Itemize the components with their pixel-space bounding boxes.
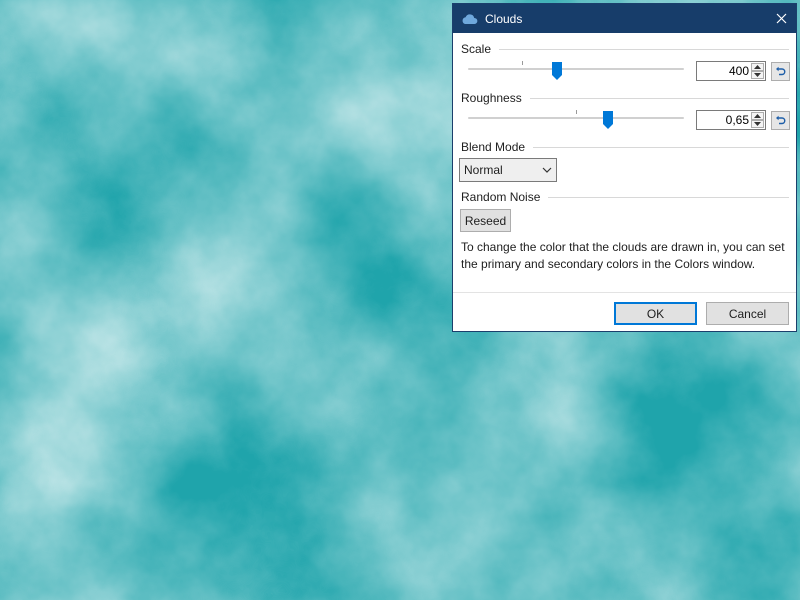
roughness-label: Roughness xyxy=(461,91,522,105)
cancel-button[interactable]: Cancel xyxy=(706,302,789,325)
arrow-up-icon xyxy=(754,114,761,118)
scale-increment-button[interactable] xyxy=(751,63,764,71)
scale-label: Scale xyxy=(461,42,492,56)
roughness-decrement-button[interactable] xyxy=(751,120,764,128)
blend-mode-section-header: Blend Mode xyxy=(461,140,789,154)
cancel-button-label: Cancel xyxy=(728,306,767,321)
blend-mode-value: Normal xyxy=(464,163,503,177)
slider-track xyxy=(468,68,684,70)
reseed-button-label: Reseed xyxy=(464,213,507,228)
description-text: To change the color that the clouds are … xyxy=(461,240,785,271)
scale-section-header: Scale xyxy=(461,42,789,56)
ok-button-label: OK xyxy=(646,306,665,321)
cloud-icon xyxy=(461,13,478,25)
slider-tick xyxy=(522,61,523,65)
scale-decrement-button[interactable] xyxy=(751,71,764,79)
close-icon xyxy=(776,13,786,24)
roughness-increment-button[interactable] xyxy=(751,112,764,120)
roughness-value-field[interactable] xyxy=(697,111,751,129)
scale-input[interactable] xyxy=(696,61,766,81)
dialog-title: Clouds xyxy=(485,11,523,26)
divider xyxy=(499,48,789,50)
roughness-section-header: Roughness xyxy=(461,91,789,105)
arrow-up-icon xyxy=(754,65,761,69)
divider xyxy=(529,97,789,99)
scale-slider[interactable] xyxy=(468,61,684,81)
ok-button[interactable]: OK xyxy=(614,302,697,325)
chevron-down-icon xyxy=(542,167,552,173)
roughness-input[interactable] xyxy=(696,110,766,130)
footer-divider xyxy=(453,292,796,293)
slider-track xyxy=(468,117,684,119)
random-noise-section-header: Random Noise xyxy=(461,190,789,204)
arrow-down-icon xyxy=(754,73,761,77)
roughness-reset-button[interactable] xyxy=(771,111,790,130)
roughness-slider-thumb[interactable] xyxy=(602,110,614,130)
blend-mode-dropdown[interactable]: Normal xyxy=(459,158,557,182)
scale-slider-thumb[interactable] xyxy=(551,61,563,81)
reset-icon xyxy=(776,115,786,125)
clouds-dialog: Clouds Scale 400 Roughness 0,65 Blend Mo… xyxy=(452,3,797,332)
random-noise-label: Random Noise xyxy=(461,190,541,204)
divider xyxy=(533,146,789,148)
arrow-down-icon xyxy=(754,122,761,126)
reset-icon xyxy=(776,66,786,76)
blend-mode-label: Blend Mode xyxy=(461,140,526,154)
reseed-button[interactable]: Reseed xyxy=(460,209,511,232)
roughness-slider[interactable] xyxy=(468,110,684,130)
scale-value-field[interactable] xyxy=(697,62,751,80)
close-button[interactable] xyxy=(768,6,794,31)
title-bar: Clouds xyxy=(453,4,796,33)
divider xyxy=(548,196,789,198)
slider-tick xyxy=(576,110,577,114)
scale-reset-button[interactable] xyxy=(771,62,790,81)
